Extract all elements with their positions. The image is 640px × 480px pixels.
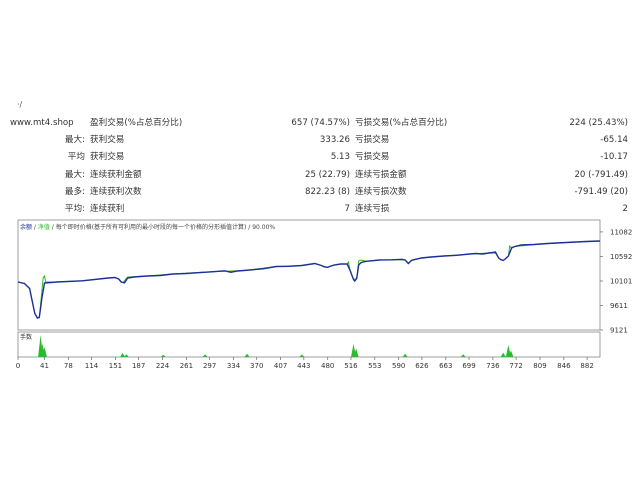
x-tick-label: 151 (109, 362, 122, 370)
header-mark: ·/ (17, 100, 23, 109)
stat-name-right: 亏损交易(%占总百分比) (355, 118, 448, 128)
stat-name-right: 连续亏损金额 (355, 169, 407, 180)
plot-frame (17, 219, 601, 331)
legend-equity: 净值 (38, 223, 50, 231)
stat-name-left: 盈利交易(%占总百分比) (90, 118, 183, 128)
x-tick-label: 443 (297, 362, 310, 370)
stats-row: 最大: 获利交易 333.26 亏损交易 -65.14 (0, 133, 640, 147)
legend-note: / 每个即时价格(基于所有可利用的最小时段的每一个价格的分形插值计算) / 90… (50, 223, 276, 231)
x-tick-label: 297 (203, 362, 216, 370)
stat-value-right: -65.14 (600, 135, 628, 146)
x-tick-label: 663 (439, 362, 452, 370)
volume-frame (17, 331, 601, 358)
y-tick-label: 10592 (610, 253, 632, 261)
x-tick-label: 224 (156, 362, 170, 370)
stat-name-left: 连续获利次数 (90, 186, 142, 197)
stats-row: 平均 获利交易 5.13 亏损交易 -10.17 (0, 150, 640, 164)
site-label: www.mt4.shop (10, 118, 74, 128)
stat-name-right: 亏损交易 (355, 135, 390, 146)
x-tick-label: 882 (580, 362, 593, 370)
x-tick-label: 626 (415, 362, 429, 370)
x-tick-label: 78 (64, 362, 73, 370)
equity-chart: 余额 / 净值 / 每个即时价格(基于所有可利用的最小时段的每一个价格的分形插值… (16, 219, 632, 370)
row-label: 最大: (64, 135, 85, 146)
row-label: 平均 (67, 152, 85, 163)
chart-legend: 余额 / 净值 / 每个即时价格(基于所有可利用的最小时段的每一个价格的分形插值… (20, 223, 275, 231)
x-tick-label: 480 (321, 362, 334, 370)
x-tick-label: 590 (392, 362, 405, 370)
x-tick-label: 516 (344, 362, 358, 370)
x-tick-label: 370 (250, 362, 263, 370)
y-tick-label: 9121 (610, 327, 628, 335)
x-tick-label: 736 (486, 362, 500, 370)
stat-value-left: 657 (74.57%) (291, 118, 350, 128)
x-tick-label: 846 (557, 362, 571, 370)
stats-row: 最多: 连续获利次数 822.23 (8) 连续亏损次数 -791.49 (20) (0, 185, 640, 199)
x-tick-label: 407 (274, 362, 287, 370)
stats-row: www.mt4.shop 盈利交易(%占总百分比) 657 (74.57%) 亏损交易… (0, 116, 640, 130)
x-tick-label: 0 (16, 362, 20, 370)
x-tick-label: 334 (227, 362, 241, 370)
y-tick-label: 11082 (610, 228, 632, 236)
x-tick-label: 41 (40, 362, 49, 370)
stat-name-left: 连续获利金额 (90, 169, 142, 180)
x-tick-label: 699 (462, 362, 475, 370)
stat-name-left: 获利交易 (90, 135, 125, 146)
x-tick-label: 261 (180, 362, 193, 370)
stat-value-left: 333.26 (319, 135, 350, 146)
x-tick-label: 809 (533, 362, 546, 370)
volume-label: 手数 (20, 333, 32, 341)
x-tick-label: 114 (85, 362, 99, 370)
row-label: 最大: (64, 169, 85, 180)
stat-value-right: -10.17 (600, 152, 628, 163)
x-tick-label: 553 (368, 362, 381, 370)
row-label: 最多: (64, 186, 85, 197)
stat-value-left: 822.23 (8) (305, 186, 350, 197)
x-tick-label: 772 (509, 362, 522, 370)
x-tick-label: 187 (132, 362, 145, 370)
stat-name-right: 亏损交易 (355, 152, 390, 163)
stat-name-left: 获利交易 (90, 152, 125, 163)
stat-value-right: 20 (-791.49) (574, 169, 628, 180)
stats-row: 最大: 连续获利金额 25 (22.79) 连续亏损金额 20 (-791.49) (0, 168, 640, 182)
stat-value-right: 224 (25.43%) (569, 118, 628, 128)
stat-name-right: 连续亏损次数 (355, 186, 407, 197)
stat-value-left: 25 (22.79) (305, 169, 350, 180)
y-tick-label: 9611 (610, 302, 628, 310)
stat-value-left: 5.13 (330, 152, 350, 163)
stat-value-right: -791.49 (20) (574, 186, 628, 197)
y-tick-label: 10101 (610, 277, 632, 285)
legend-balance: 余额 (20, 223, 32, 231)
